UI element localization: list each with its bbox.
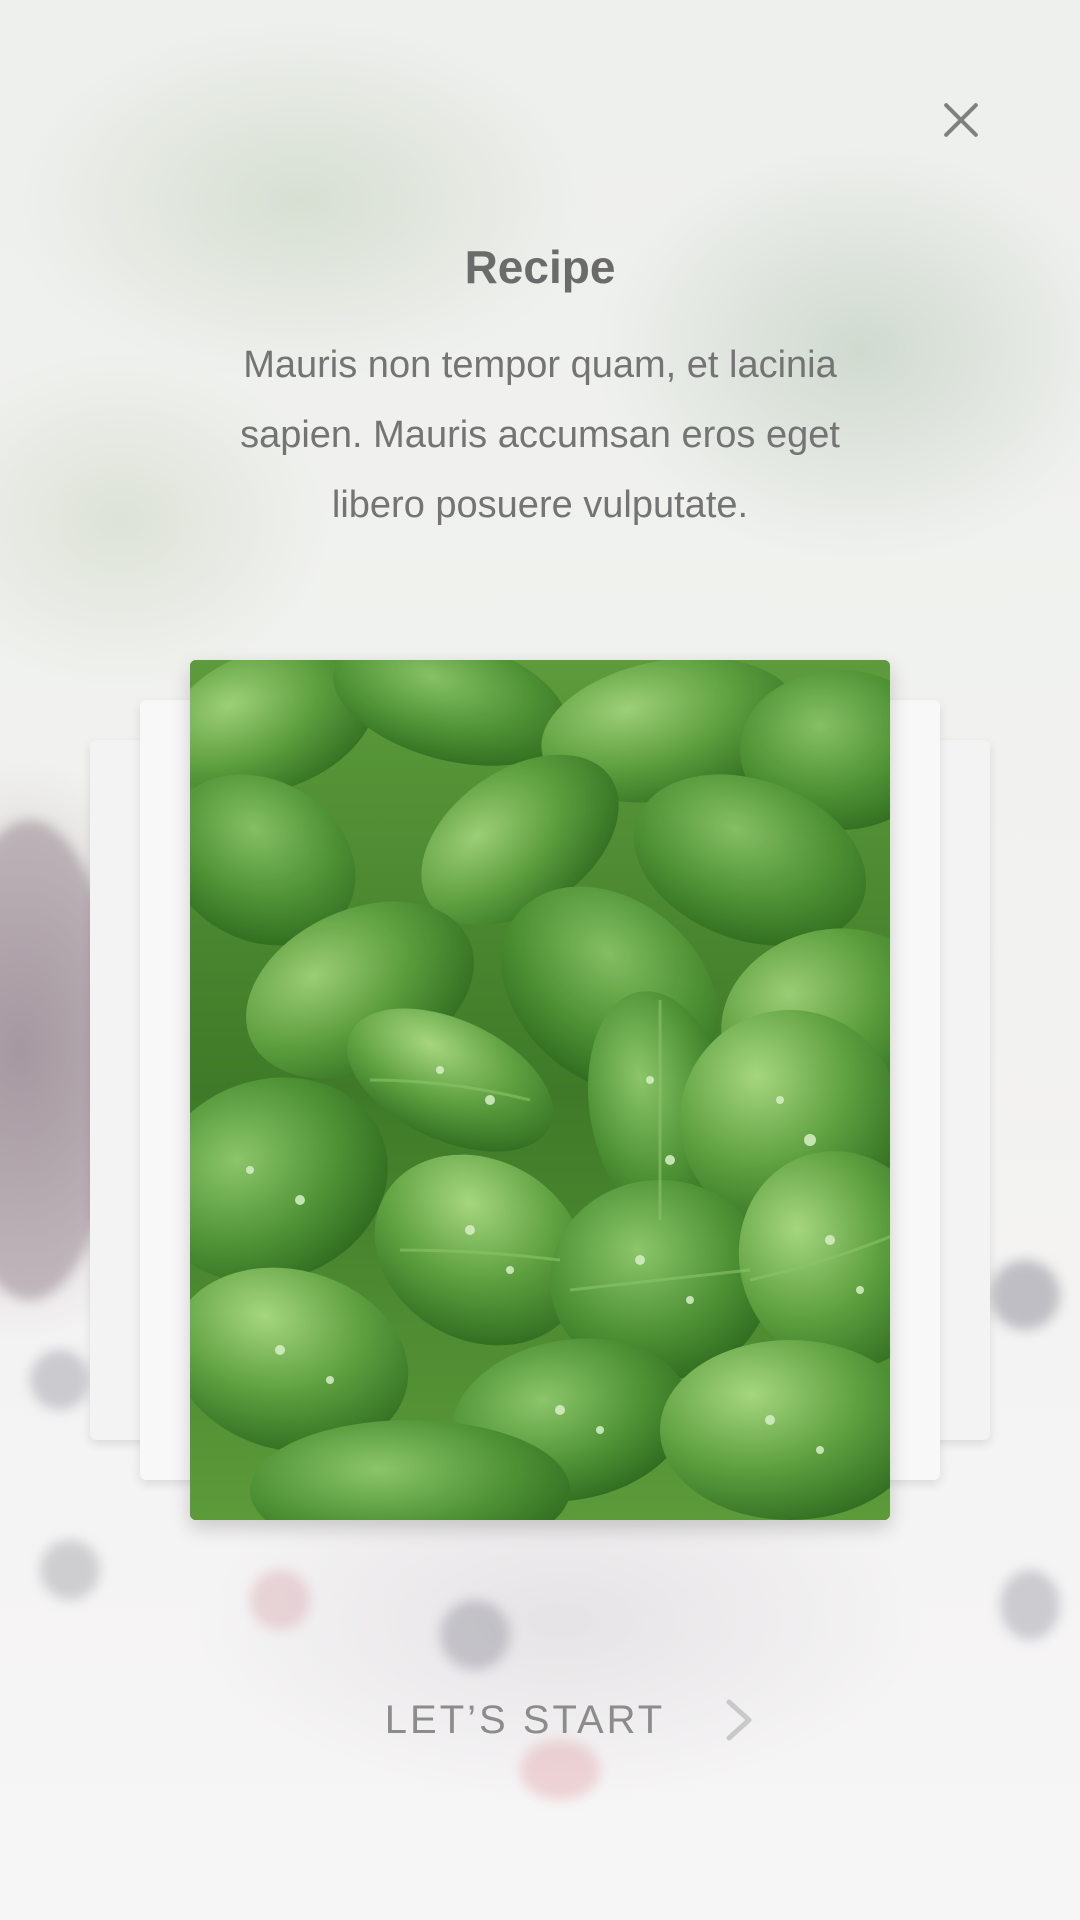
- spinach-image: [190, 660, 890, 1520]
- card-stack[interactable]: [0, 0, 1080, 1920]
- recipe-card[interactable]: [190, 660, 890, 1520]
- start-button[interactable]: LET’S START: [0, 1692, 1080, 1748]
- start-label: LET’S START: [384, 1697, 666, 1742]
- chevron-right-icon: [726, 1699, 752, 1741]
